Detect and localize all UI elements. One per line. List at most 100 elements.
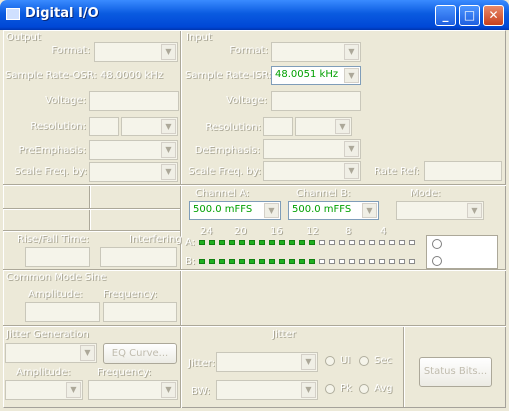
meter-row-b-label: B: <box>185 256 196 267</box>
meter-led <box>229 240 235 245</box>
input-scale-freq-dropdown[interactable]: ▼ <box>263 161 361 181</box>
output-scale-freq-dropdown[interactable]: ▼ <box>89 162 178 182</box>
jitter-gen-group-title: Jitter Generation <box>6 329 89 340</box>
window-icon <box>6 8 20 20</box>
meter-led <box>379 259 385 264</box>
meter-led <box>219 240 225 245</box>
jitter-pk-radio[interactable] <box>325 384 335 394</box>
bw-label: BW: <box>191 386 211 397</box>
meter-led <box>229 259 235 264</box>
chevron-down-icon: ▼ <box>335 119 350 134</box>
mode-dropdown[interactable]: ▼ <box>396 201 484 220</box>
output-group-title: Output <box>6 32 41 43</box>
meter-led <box>269 240 275 245</box>
interfering-label: Interfering <box>129 234 182 245</box>
chevron-down-icon: ▼ <box>161 119 176 134</box>
rate-ref-label: Rate Ref: <box>374 166 420 177</box>
meter-scale-label: 8 <box>345 226 352 237</box>
meter-led <box>199 259 205 264</box>
jitter-ui-radio[interactable] <box>325 356 335 366</box>
status-bits-button[interactable]: Status Bits... <box>419 357 492 387</box>
chevron-down-icon: ▼ <box>301 354 316 370</box>
input-format-dropdown[interactable]: ▼ <box>271 42 361 62</box>
jitter-sec-radio[interactable] <box>359 356 369 366</box>
maximize-button[interactable]: □ <box>459 5 480 26</box>
output-resolution-dropdown[interactable]: ▼ <box>121 117 178 136</box>
meter-led <box>359 240 365 245</box>
meter-scale-label: 12 <box>306 226 319 237</box>
output-resolution-label: Resolution: <box>30 121 86 132</box>
divider <box>3 208 181 210</box>
rate-ref-field[interactable] <box>424 161 502 181</box>
jitter-avg-label: Avg <box>374 383 393 394</box>
eq-curve-button[interactable]: EQ Curve... <box>103 343 177 364</box>
input-deemphasis-label: DeEmphasis: <box>194 145 260 156</box>
chevron-down-icon: ▼ <box>161 382 176 398</box>
output-preemphasis-dropdown[interactable]: ▼ <box>89 140 178 160</box>
bw-dropdown[interactable]: ▼ <box>216 380 318 400</box>
meter-led <box>289 259 295 264</box>
input-deemphasis-dropdown[interactable]: ▼ <box>263 139 361 159</box>
input-resolution-field[interactable] <box>263 117 293 136</box>
output-resolution-field[interactable] <box>89 117 119 136</box>
channel-a-range-dropdown[interactable]: 500.0 mFFS ▼ <box>189 201 281 220</box>
meter-led <box>339 259 345 264</box>
close-button[interactable]: ✕ <box>483 5 504 26</box>
meter-scale-label: 16 <box>270 226 283 237</box>
divider <box>3 269 181 271</box>
meter-radio-option[interactable] <box>432 256 442 266</box>
jitter-gen-dropdown[interactable]: ▼ <box>5 343 97 363</box>
jitter-gen-frequency-dropdown[interactable]: ▼ <box>88 380 178 400</box>
output-format-label: Format: <box>51 45 90 56</box>
chevron-down-icon: ▼ <box>264 203 279 218</box>
output-format-dropdown[interactable]: ▼ <box>94 42 178 62</box>
jitter-gen-amplitude-label: Amplitude: <box>16 367 71 378</box>
jitter-avg-radio[interactable] <box>359 384 369 394</box>
meter-led <box>349 259 355 264</box>
meter-led <box>199 240 205 245</box>
divider <box>180 327 182 407</box>
meter-led <box>379 240 385 245</box>
chevron-down-icon: ▼ <box>301 382 316 398</box>
divider <box>3 230 181 232</box>
meter-led <box>369 240 375 245</box>
meter-led <box>279 259 285 264</box>
input-voltage-label: Voltage: <box>226 95 267 106</box>
jitter-dropdown[interactable]: ▼ <box>216 352 318 372</box>
input-voltage-field[interactable] <box>271 91 361 111</box>
chevron-down-icon: ▼ <box>344 163 359 179</box>
meter-led <box>259 240 265 245</box>
input-resolution-label: Resolution: <box>205 122 261 133</box>
jitter-sec-label: Sec <box>374 355 392 366</box>
meter-led <box>389 240 395 245</box>
common-mode-frequency-field[interactable] <box>103 302 177 322</box>
meter-led <box>269 259 275 264</box>
output-voltage-field[interactable] <box>89 91 179 111</box>
jitter-gen-amplitude-dropdown[interactable]: ▼ <box>5 380 83 400</box>
rise-fall-field[interactable] <box>25 247 90 267</box>
interfering-field[interactable] <box>100 247 177 267</box>
jitter-label: Jitter: <box>188 358 216 369</box>
divider <box>403 327 405 407</box>
minimize-button[interactable]: _ <box>435 5 456 26</box>
meter-led <box>319 240 325 245</box>
channel-b-range-dropdown[interactable]: 500.0 mFFS ▼ <box>288 201 379 220</box>
chevron-down-icon: ▼ <box>467 203 482 218</box>
meter-scale-label: 24 <box>200 226 213 237</box>
meter-led <box>309 259 315 264</box>
input-resolution-dropdown[interactable]: ▼ <box>295 117 352 136</box>
output-preemphasis-label: PreEmphasis: <box>18 145 86 156</box>
chevron-down-icon: ▼ <box>344 141 359 157</box>
chevron-down-icon: ▼ <box>161 44 176 60</box>
common-mode-amplitude-label: Amplitude: <box>28 289 83 300</box>
meter-led <box>399 259 405 264</box>
chevron-down-icon: ▼ <box>161 142 176 158</box>
meter-led <box>219 259 225 264</box>
meter-led <box>339 240 345 245</box>
meter-row-a-label: A: <box>185 237 196 248</box>
meter-led <box>209 240 215 245</box>
meter-radio-option[interactable] <box>432 239 442 249</box>
meter-led <box>329 259 335 264</box>
input-sample-rate-dropdown[interactable]: 48.0051 kHz ▼ <box>271 66 361 85</box>
common-mode-amplitude-field[interactable] <box>25 302 100 322</box>
